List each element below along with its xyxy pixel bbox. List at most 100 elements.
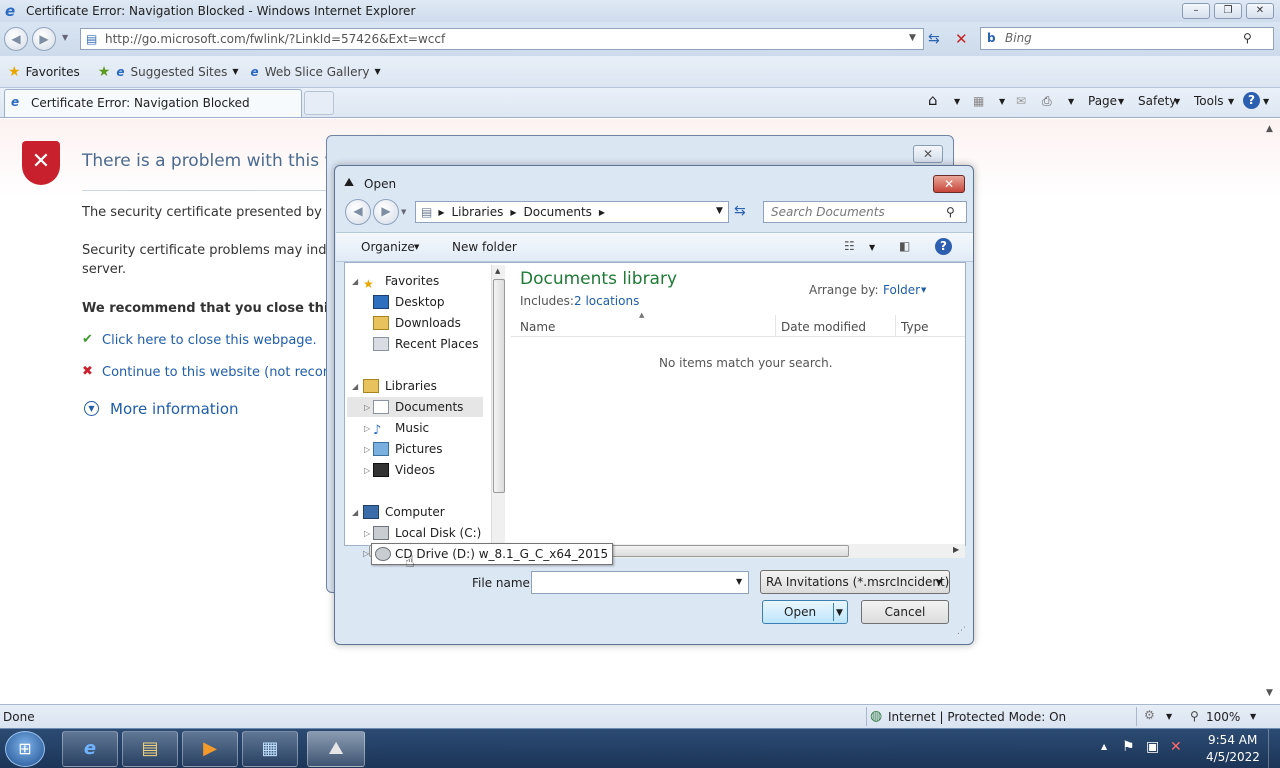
web-slice-gallery-link[interactable]: Web Slice Gallery xyxy=(265,65,370,79)
feeds-dropdown-icon[interactable]: ▼ xyxy=(999,97,1005,106)
locations-link[interactable]: 2 locations xyxy=(574,294,639,308)
print-dropdown-icon[interactable]: ▼ xyxy=(1068,97,1074,106)
close-window-button[interactable]: ✕ xyxy=(1246,3,1274,19)
tree-item-desktop[interactable]: Desktop xyxy=(373,292,445,312)
mail-icon[interactable]: ✉ xyxy=(1016,94,1026,108)
tree-expand-icon[interactable]: ▷ xyxy=(364,445,370,454)
tree-expand-icon[interactable]: ▷ xyxy=(364,466,370,475)
help-dropdown-icon[interactable]: ▼ xyxy=(1263,97,1269,106)
tree-expand-icon[interactable]: ▷ xyxy=(364,424,370,433)
taskbar-explorer-icon[interactable]: ▤ xyxy=(122,731,178,767)
tree-expand-icon[interactable]: ▷ xyxy=(364,403,370,412)
column-date-modified[interactable]: Date modified xyxy=(781,320,866,334)
tray-network-icon[interactable]: ▣ xyxy=(1146,739,1159,755)
dialog-refresh-icon[interactable]: ⇆ xyxy=(734,203,746,219)
continue-link[interactable]: Continue to this website (not recomm xyxy=(102,365,348,380)
page-menu[interactable]: Page xyxy=(1088,94,1117,108)
suggested-sites-dropdown-icon[interactable]: ▼ xyxy=(232,67,238,76)
minimize-button[interactable]: – xyxy=(1182,3,1210,19)
tree-item-local-disk[interactable]: Local Disk (C:) xyxy=(373,523,481,543)
tree-scroll-thumb[interactable] xyxy=(493,279,505,493)
forward-button[interactable]: ▶ xyxy=(32,27,56,51)
suggested-sites-link[interactable]: Suggested Sites xyxy=(130,65,227,79)
tab-certificate-error[interactable]: e Certificate Error: Navigation Blocked xyxy=(4,89,302,117)
tree-item-favorites[interactable]: ★ Favorites xyxy=(363,271,439,291)
taskbar-media-player-icon[interactable]: ▶ xyxy=(182,731,238,767)
compat-dropdown-icon[interactable]: ▼ xyxy=(1166,712,1172,721)
file-name-input[interactable]: ▼ xyxy=(531,571,749,594)
help-icon[interactable]: ? xyxy=(1243,92,1260,109)
print-icon[interactable]: ⎙ xyxy=(1042,94,1052,109)
new-folder-button[interactable]: New folder xyxy=(452,240,517,254)
tools-menu[interactable]: Tools xyxy=(1194,94,1224,108)
tree-item-videos[interactable]: Videos xyxy=(373,460,435,480)
tray-flag-icon[interactable]: ⚑ xyxy=(1122,739,1135,755)
new-tab-button[interactable] xyxy=(304,91,334,115)
dialog-search-icon[interactable]: ⚲ xyxy=(946,202,955,222)
dialog-help-icon[interactable]: ? xyxy=(935,238,952,255)
tree-scrollbar[interactable]: ▲ xyxy=(491,265,505,545)
stop-icon[interactable]: ✕ xyxy=(955,30,968,48)
show-desktop-button[interactable] xyxy=(1268,729,1280,768)
taskbar-remote-assistance-icon[interactable]: ⛰ xyxy=(307,731,365,767)
web-slice-dropdown-icon[interactable]: ▼ xyxy=(374,67,380,76)
dialog-back-button[interactable]: ◀ xyxy=(345,199,371,225)
address-dropdown-icon[interactable]: ▼ xyxy=(909,33,916,43)
breadcrumb-dropdown-icon[interactable]: ▼ xyxy=(716,206,723,216)
arrange-by-dropdown[interactable]: Folder xyxy=(883,283,920,297)
scroll-right-icon[interactable]: ▶ xyxy=(953,545,959,554)
expand-more-icon[interactable]: ▼ xyxy=(84,401,99,416)
parent-dialog-close-button[interactable]: ✕ xyxy=(913,145,943,163)
breadcrumb-documents[interactable]: Documents xyxy=(523,205,591,219)
documents-search-input[interactable]: Search Documents ⚲ xyxy=(763,201,967,223)
refresh-icon[interactable]: ⇆ xyxy=(928,31,940,47)
taskbar-control-panel-icon[interactable]: ▦ xyxy=(242,731,298,767)
resize-grip-icon[interactable]: ⋰ xyxy=(957,626,966,636)
compat-icon[interactable]: ⚙ xyxy=(1144,708,1155,722)
tree-item-pictures[interactable]: Pictures xyxy=(373,439,443,459)
start-button[interactable]: ⊞ xyxy=(5,731,45,767)
close-webpage-link[interactable]: Click here to close this webpage. xyxy=(102,333,317,348)
tray-show-hidden-icon[interactable]: ▲ xyxy=(1101,742,1107,751)
address-bar[interactable]: ▤ http://go.microsoft.com/fwlink/?LinkId… xyxy=(80,28,924,50)
open-button[interactable]: Open ▼ xyxy=(762,600,848,624)
file-type-select[interactable]: RA Invitations (*.msrcIncident) ▼ xyxy=(760,570,950,594)
organize-button[interactable]: Organize xyxy=(361,240,415,254)
breadcrumb[interactable]: ▤ ▶ Libraries ▶ Documents ▶ ▼ xyxy=(415,201,729,223)
tree-expand-icon[interactable]: ▷ xyxy=(363,549,369,558)
favorites-button[interactable]: Favorites xyxy=(26,65,80,79)
preview-pane-icon[interactable]: ◧ xyxy=(899,239,910,253)
zoom-level[interactable]: 100% xyxy=(1206,710,1240,724)
column-type[interactable]: Type xyxy=(901,320,929,334)
views-dropdown-icon[interactable]: ▼ xyxy=(869,243,875,252)
zoom-icon[interactable]: ⚲ xyxy=(1190,709,1199,723)
dialog-forward-button[interactable]: ▶ xyxy=(373,199,399,225)
file-name-dropdown-icon[interactable]: ▼ xyxy=(736,577,742,586)
taskbar-ie-icon[interactable]: e xyxy=(62,731,118,767)
open-dropdown-icon[interactable]: ▼ xyxy=(836,602,843,624)
recent-pages-dropdown-icon[interactable]: ▼ xyxy=(62,33,68,42)
zoom-dropdown-icon[interactable]: ▼ xyxy=(1250,712,1256,721)
safety-menu[interactable]: Safety xyxy=(1138,94,1176,108)
tree-item-computer[interactable]: Computer xyxy=(363,502,445,522)
tray-volume-muted-icon[interactable]: ✕ xyxy=(1170,739,1182,755)
dialog-recent-dropdown-icon[interactable]: ▼ xyxy=(401,208,406,216)
tree-collapse-icon[interactable]: ◢ xyxy=(352,508,358,517)
tree-collapse-icon[interactable]: ◢ xyxy=(352,277,358,286)
search-box[interactable]: b Bing ⚲ xyxy=(980,27,1274,50)
more-information-link[interactable]: More information xyxy=(110,400,239,418)
tree-collapse-icon[interactable]: ◢ xyxy=(352,382,358,391)
tree-item-recent-places[interactable]: Recent Places xyxy=(373,334,478,354)
back-button[interactable]: ◀ xyxy=(4,27,28,51)
tree-scroll-up-icon[interactable]: ▲ xyxy=(495,267,500,275)
tree-item-music[interactable]: ♪ Music xyxy=(373,418,429,438)
cancel-button[interactable]: Cancel xyxy=(861,600,949,624)
feeds-icon[interactable]: ▦ xyxy=(973,94,984,108)
add-favorites-icon[interactable]: ★ xyxy=(98,64,111,80)
page-scroll-up-icon[interactable]: ▲ xyxy=(1266,124,1273,134)
home-dropdown-icon[interactable]: ▼ xyxy=(954,97,960,106)
restore-button[interactable]: ❐ xyxy=(1214,3,1242,19)
tree-item-libraries[interactable]: Libraries xyxy=(363,376,437,396)
views-icon[interactable]: ☷ xyxy=(844,239,855,253)
column-name[interactable]: Name xyxy=(520,320,555,334)
